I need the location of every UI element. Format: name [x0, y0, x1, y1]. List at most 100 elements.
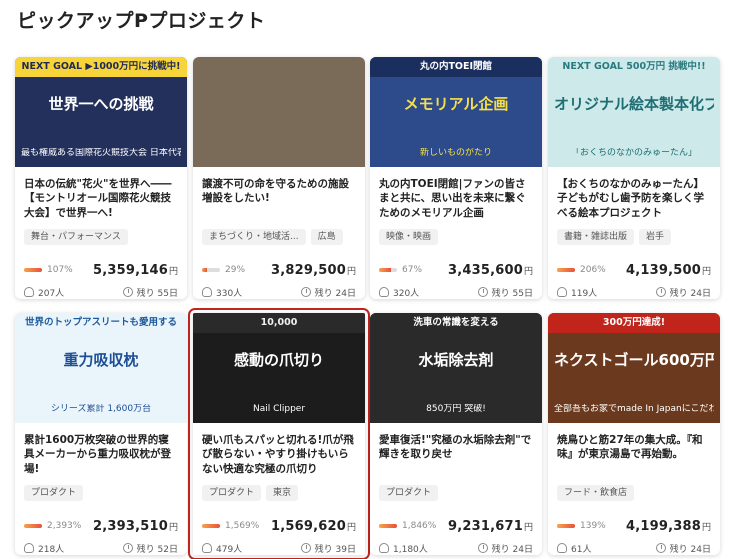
percent-funded: 107%: [47, 265, 73, 275]
category-tag[interactable]: プロダクト: [202, 485, 262, 501]
project-meta: 320人 残り 55日: [379, 285, 533, 299]
amount-raised: 4,199,388: [625, 518, 701, 534]
days-remaining: 残り 24日: [491, 544, 533, 555]
supporter-count: 330人: [216, 288, 243, 299]
project-card[interactable]: NEXT GOAL 500万円 挑戦中!! オリジナル絵本製本化プロジェクト 「…: [548, 57, 720, 299]
tag-list: プロダクト: [24, 485, 178, 501]
percent-funded: 206%: [580, 265, 606, 275]
supporter-count: 479人: [216, 544, 243, 555]
category-tag[interactable]: フード・飲食店: [557, 485, 635, 501]
category-tag[interactable]: 書籍・雑誌出版: [557, 229, 635, 245]
thumbnail-subtext: 全部吾もお家でmade In Japanにこだわった: [554, 404, 714, 415]
supporter-count: 61人: [571, 544, 592, 555]
funding-stats: 2,393% 2,393,510 円: [24, 517, 178, 535]
tag-list: フード・飲食店: [557, 485, 711, 501]
clock-icon: [477, 287, 488, 297]
clock-icon: [300, 287, 311, 297]
days-remaining: 残り 55日: [491, 288, 533, 299]
category-tag[interactable]: まちづくり・地域活...: [202, 229, 306, 245]
supporter-icon: [379, 543, 389, 553]
amount-raised: 3,829,500: [270, 262, 346, 278]
category-tag[interactable]: 岩手: [639, 229, 672, 245]
category-tag[interactable]: プロダクト: [24, 485, 84, 501]
project-meta: 1,180人 残り 24日: [379, 541, 533, 555]
percent-funded: 139%: [580, 521, 606, 531]
percent-funded: 1,569%: [225, 521, 260, 531]
category-tag[interactable]: 広島: [310, 229, 343, 245]
clock-icon: [122, 287, 133, 297]
supporter-count: 1,180人: [393, 544, 428, 555]
progress-bar: [24, 524, 42, 528]
project-card[interactable]: 丸の内TOEI閉館 メモリアル企画 新しいものがたり 丸の内TOEI閉館|ファン…: [370, 57, 542, 299]
project-thumbnail[interactable]: NEXT GOAL ▶1000万円に挑戦中! 世界一への挑戦 最も権威ある国際花…: [15, 57, 187, 167]
project-title[interactable]: 日本の伝統"花火"を世界へ――【モントリオール国際花火競技大会】で世界一へ!: [24, 177, 178, 221]
thumbnail-badge: 10,000: [193, 313, 365, 333]
category-tag[interactable]: プロダクト: [379, 485, 439, 501]
tag-list: プロダクト: [379, 485, 533, 501]
project-thumbnail[interactable]: NEXT GOAL 500万円 挑戦中!! オリジナル絵本製本化プロジェクト 「…: [548, 57, 720, 167]
thumbnail-badge: 世界のトップアスリートも愛用する: [15, 313, 187, 333]
thumbnail-subtext: 新しいものがたり: [419, 148, 492, 159]
project-title[interactable]: 硬い爪もスパッと切れる!爪が飛び散らない・やすり掛けもいらない快適な究極の爪切り: [202, 433, 356, 477]
funding-stats: 1,569% 1,569,620 円: [202, 517, 356, 535]
tag-list: プロダクト 東京: [202, 485, 356, 501]
currency-unit: 円: [346, 522, 356, 533]
progress-bar: [557, 524, 575, 528]
project-title[interactable]: 焼鳥ひと筋27年の集大成。『和味』が東京湯島で再始動。: [557, 433, 711, 477]
supporter-icon: [202, 287, 212, 297]
progress-fill: [557, 268, 575, 272]
amount-raised: 5,359,146: [92, 262, 168, 278]
project-title[interactable]: 【おくちのなかのみゅーたん】子どもがむし歯予防を楽しく学べる絵本プロジェクト: [557, 177, 711, 221]
project-card[interactable]: 300万円達成! ネクストゴール600万円に挑戦中 全部吾もお家でmade In…: [548, 313, 720, 555]
project-meta: 119人 残り 24日: [557, 285, 711, 299]
project-title[interactable]: 愛車復活!"究極の水垢除去剤"で輝きを取り戻せ: [379, 433, 533, 477]
project-card[interactable]: 世界のトップアスリートも愛用する 重力吸収枕 シリーズ累計 1,600万台 累計…: [15, 313, 187, 555]
supporter-icon: [557, 287, 567, 297]
project-title[interactable]: 譲渡不可の命を守るための施設増設をしたい!: [202, 177, 356, 221]
tag-list: 書籍・雑誌出版 岩手: [557, 229, 711, 245]
currency-unit: 円: [523, 522, 533, 533]
thumbnail-subtext: 「おくちのなかのみゅーたん」: [570, 148, 697, 159]
page-title: ピックアップPプロジェクト: [17, 10, 266, 32]
category-tag[interactable]: 東京: [266, 485, 299, 501]
progress-fill: [24, 268, 42, 272]
project-title[interactable]: 丸の内TOEI閉館|ファンの皆さまと共に、思い出を未来に繋ぐためのメモリアル企画: [379, 177, 533, 221]
project-thumbnail[interactable]: 10,000 感動の爪切り Nail Clipper: [193, 313, 365, 423]
supporter-icon: [202, 543, 212, 553]
amount-raised: 9,231,671: [447, 518, 523, 534]
project-card[interactable]: 譲渡不可の命を守るための施設増設をしたい! まちづくり・地域活... 広島 29%…: [193, 57, 365, 299]
clock-icon: [300, 543, 311, 553]
project-thumbnail[interactable]: 丸の内TOEI閉館 メモリアル企画 新しいものがたり: [370, 57, 542, 167]
thumbnail-badge: NEXT GOAL ▶1000万円に挑戦中!: [15, 57, 187, 77]
progress-fill: [379, 268, 392, 272]
supporter-icon: [24, 543, 34, 553]
category-tag[interactable]: 映像・映画: [379, 229, 439, 245]
project-thumbnail[interactable]: 300万円達成! ネクストゴール600万円に挑戦中 全部吾もお家でmade In…: [548, 313, 720, 423]
project-thumbnail[interactable]: 洗車の常識を変える 水垢除去剤 850万円 突破!: [370, 313, 542, 423]
project-card[interactable]: NEXT GOAL ▶1000万円に挑戦中! 世界一への挑戦 最も権威ある国際花…: [15, 57, 187, 299]
days-remaining: 残り 24日: [669, 288, 711, 299]
progress-bar: [379, 268, 397, 272]
thumbnail-headline: ネクストゴール600万円に挑戦中: [554, 351, 714, 369]
project-title[interactable]: 累計1600万枚突破の世界的寝具メーカーから重力吸収枕が登場!: [24, 433, 178, 477]
category-tag[interactable]: 舞台・パフォーマンス: [24, 229, 128, 245]
supporter-icon: [24, 287, 34, 297]
percent-funded: 67%: [402, 265, 423, 275]
thumbnail-subtext: Nail Clipper: [252, 404, 306, 415]
project-card[interactable]: 10,000 感動の爪切り Nail Clipper 硬い爪もスパッと切れる!爪…: [188, 308, 370, 559]
amount-raised: 4,139,500: [625, 262, 701, 278]
progress-fill: [202, 268, 208, 272]
thumbnail-headline: メモリアル企画: [403, 95, 509, 113]
supporter-count: 218人: [38, 544, 65, 555]
currency-unit: 円: [701, 266, 711, 277]
project-card[interactable]: 洗車の常識を変える 水垢除去剤 850万円 突破! 愛車復活!"究極の水垢除去剤…: [370, 313, 542, 555]
project-meta: 218人 残り 52日: [24, 541, 178, 555]
progress-bar: [557, 268, 575, 272]
project-thumbnail[interactable]: [193, 57, 365, 167]
project-meta: 330人 残り 24日: [202, 285, 356, 299]
tag-list: まちづくり・地域活... 広島: [202, 229, 356, 245]
funding-stats: 29% 3,829,500 円: [202, 261, 356, 279]
supporter-icon: [379, 287, 389, 297]
project-thumbnail[interactable]: 世界のトップアスリートも愛用する 重力吸収枕 シリーズ累計 1,600万台: [15, 313, 187, 423]
currency-unit: 円: [523, 266, 533, 277]
